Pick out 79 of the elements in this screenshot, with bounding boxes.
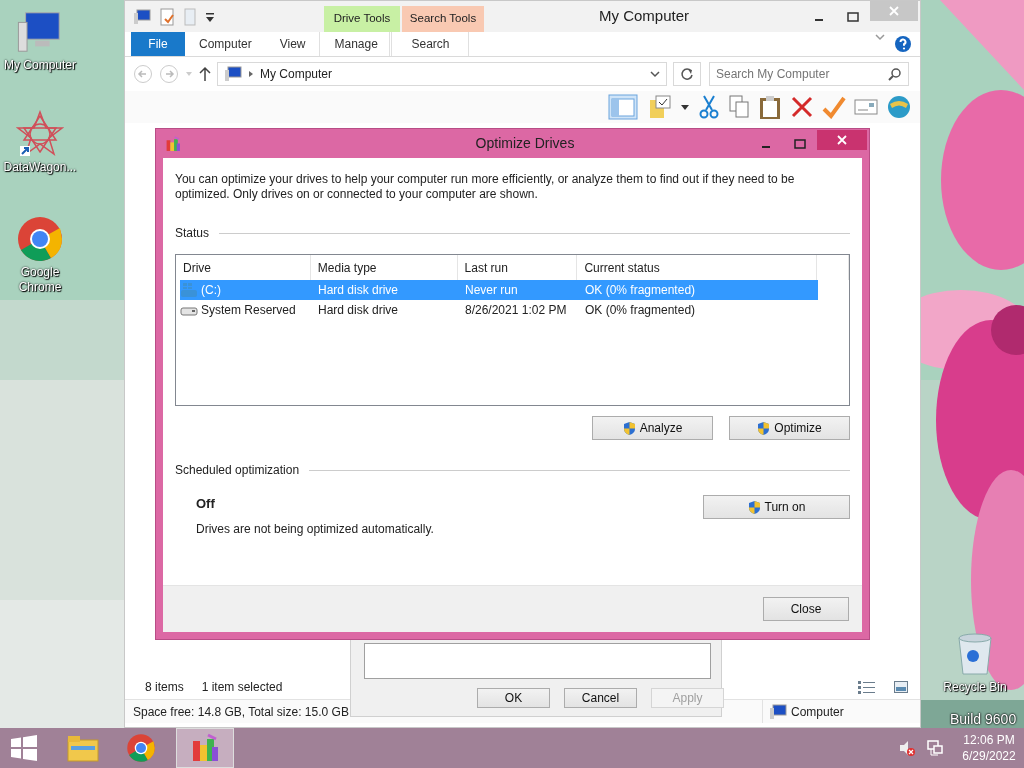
cut-icon[interactable]: [698, 94, 720, 120]
chevron-icon[interactable]: [874, 32, 886, 42]
close-button[interactable]: [817, 130, 867, 150]
dropdown-icon[interactable]: [205, 10, 215, 23]
text-area[interactable]: [364, 643, 711, 679]
chevron-icon: [248, 70, 254, 78]
dialog-button[interactable]: OK: [477, 688, 550, 708]
window-title: My Computer: [599, 6, 689, 27]
table-cell-text: Hard disk drive: [317, 282, 400, 299]
refresh-icon: [680, 67, 694, 81]
address-bar[interactable]: My Computer: [217, 62, 667, 86]
intro-text: You can optimize your drives to help your computer run more efficiently, or analyze them to find out if they need to be optimized. Only drives on or connected to your computer are shown.: [175, 172, 796, 202]
dialog-button: Apply: [651, 688, 724, 708]
drive-row[interactable]: System Reserved Hard disk drive 8/26/2021 1:02 PM OK (0% fragmented): [180, 300, 818, 320]
close-icon: [837, 135, 847, 145]
network-icon[interactable]: [926, 739, 944, 757]
details-text: Space free: 14.8 GB, Total size: 15.0 GB: [133, 703, 349, 721]
large-icons-view-icon[interactable]: [894, 681, 908, 693]
action-button[interactable]: Optimize: [729, 416, 850, 440]
globe-icon[interactable]: [886, 94, 912, 120]
delete-icon[interactable]: [790, 95, 814, 119]
details-view-icon[interactable]: [858, 680, 876, 694]
close-icon: [889, 6, 899, 16]
location-text: Computer: [791, 703, 844, 721]
table-cell-text: (C:): [200, 282, 221, 299]
maximize-icon[interactable]: [794, 138, 806, 149]
computer-icon[interactable]: [133, 8, 151, 25]
computer-icon: [224, 66, 242, 82]
checkmark-icon[interactable]: [822, 95, 846, 119]
search-icon[interactable]: [888, 67, 902, 81]
taskbar-button[interactable]: [176, 728, 234, 768]
status-text: 1 item selected: [201, 679, 283, 696]
maximize-icon[interactable]: [847, 11, 859, 22]
dialog-button[interactable]: Cancel: [564, 688, 637, 708]
dialog-title: Optimize Drives: [475, 135, 575, 151]
table-cell-text: 8/26/2021 1:02 PM: [464, 302, 568, 319]
computer-icon: [769, 703, 787, 720]
table-cell-text: System Reserved: [200, 302, 296, 319]
defrag-icon: [190, 733, 220, 763]
defrag-icon: [165, 135, 181, 152]
speaker-muted-icon[interactable]: [898, 739, 916, 757]
shield-icon: [747, 499, 761, 515]
table-cell-text: Never run: [464, 282, 519, 299]
clipboard-icon[interactable]: [758, 94, 782, 120]
folder-icon: [67, 734, 99, 762]
shield-icon: [757, 420, 771, 436]
ribbon-tab[interactable]: Manage: [319, 32, 391, 56]
start-icon[interactable]: [10, 735, 38, 761]
section-heading: Status: [175, 225, 210, 242]
action-button[interactable]: Analyze: [592, 416, 713, 440]
os-build-text: Build 9600: [950, 710, 1017, 729]
address-text: My Computer: [260, 66, 334, 83]
close-button[interactable]: Close: [763, 597, 849, 621]
shield-icon: [622, 420, 636, 436]
table-cell-text: OK (0% fragmented): [584, 302, 697, 319]
table-cell-text: Hard disk drive: [317, 302, 400, 319]
ribbon-tab[interactable]: View: [265, 32, 320, 56]
refresh-button[interactable]: [673, 62, 701, 86]
system-drive-icon: [180, 282, 198, 298]
up-icon[interactable]: [199, 66, 211, 82]
search-field[interactable]: Search My Computer: [709, 62, 909, 86]
chrome-icon: [126, 733, 156, 763]
ribbon-tab[interactable]: Search: [391, 32, 470, 56]
dropdown-icon: [650, 70, 660, 78]
ribbon-tab[interactable]: File: [131, 32, 185, 56]
schedule-text: Drives are not being optimized automatically.: [196, 520, 435, 538]
schedule-state: Off: [196, 495, 216, 513]
help-icon[interactable]: [894, 35, 912, 53]
contextual-tab-header: Search Tools: [402, 6, 484, 32]
table-cell-text: OK (0% fragmented): [584, 282, 697, 299]
section-heading: Scheduled optimization: [175, 462, 300, 479]
contextual-tab-header: Drive Tools: [324, 6, 400, 32]
status-text: 8 items: [145, 679, 184, 696]
turn-on-button[interactable]: Turn on: [703, 495, 850, 519]
chrome-icon[interactable]: [16, 215, 64, 263]
ribbon-tab[interactable]: Computer: [185, 32, 266, 56]
dropdown-icon[interactable]: [680, 103, 690, 111]
document-icon[interactable]: [159, 7, 175, 26]
star-icon[interactable]: [16, 110, 64, 158]
